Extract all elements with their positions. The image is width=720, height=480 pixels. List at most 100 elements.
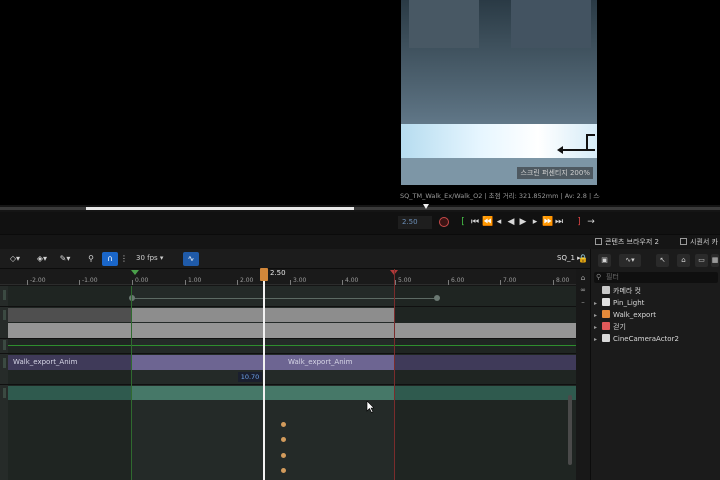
transform-tool-icon[interactable]: ⌂ [677, 254, 690, 267]
screen-percentage-label: 스크린 퍼센티지 200% [517, 167, 593, 179]
ruler-tick [290, 280, 291, 285]
ruler-tick [27, 280, 28, 285]
section-outside-range[interactable] [8, 308, 131, 322]
ruler-tick-label: 5.00 [398, 277, 412, 284]
ruler-tick [237, 280, 238, 285]
ruler-tick-label: 2.00 [240, 277, 254, 284]
key-dot[interactable] [281, 468, 286, 473]
grid-tool-icon[interactable]: ▦ [711, 254, 719, 267]
keyframe[interactable] [434, 295, 440, 301]
fps-label: 30 fps [136, 254, 158, 262]
ruler-tick-label: 1.00 [188, 277, 202, 284]
ruler-tick [500, 280, 501, 285]
expand-arrow-icon[interactable]: ▸ [594, 334, 602, 345]
curve-editor-icon[interactable]: ∿ [183, 252, 199, 266]
loop-arrow-icon[interactable]: → [586, 215, 596, 229]
link-icon[interactable]: ∞ [579, 286, 587, 294]
play-icon[interactable]: ▶ [518, 215, 528, 229]
range-start-bracket-icon[interactable]: [ [458, 215, 468, 229]
gutter-marker [3, 388, 6, 398]
ruler-tick-label: 4.00 [345, 277, 359, 284]
step-back-key-icon[interactable]: ⏪ [482, 215, 493, 229]
jump-to-end-icon[interactable]: ⏭ [554, 215, 564, 229]
outliner-item[interactable]: ▸ Pin_Light [594, 298, 644, 309]
jump-to-start-icon[interactable]: ⏮ [470, 215, 480, 229]
play-reverse-icon[interactable]: ◀ [506, 215, 516, 229]
pencil-icon[interactable]: ✎▾ [55, 252, 75, 266]
background-window [409, 0, 479, 48]
transform-gizmo-plane[interactable] [586, 134, 595, 136]
ruler-tick-label: -1.00 [82, 277, 98, 284]
playhead-handle[interactable] [260, 268, 268, 281]
expand-arrow-icon[interactable]: ▸ [594, 322, 602, 333]
ruler-tick-label: 7.00 [503, 277, 517, 284]
outliner-item[interactable]: 카메라 컷 [594, 286, 641, 297]
section-time-badge: 10.70 [238, 372, 262, 382]
crop-tool-icon[interactable]: ▭ [695, 254, 708, 267]
range-start-marker[interactable] [131, 270, 139, 275]
tab-content-browser[interactable]: 콘텐츠 브라우저 2 [595, 237, 659, 247]
animation-clip-label: Walk_export_Anim [13, 358, 78, 366]
playhead-line[interactable] [263, 281, 265, 480]
film-icon [680, 238, 687, 245]
snap-magnet-icon[interactable]: ∩ [102, 252, 118, 266]
folder-icon [595, 238, 602, 245]
row-separator [0, 306, 576, 307]
outliner-item-label: 카메라 컷 [613, 287, 641, 295]
marker-pin-icon[interactable]: ⚲ [85, 252, 97, 266]
row-separator [0, 384, 576, 385]
camera-cut-tool-icon[interactable]: ▣ [598, 254, 611, 267]
dash-icon[interactable]: – [579, 298, 587, 306]
record-button[interactable] [439, 217, 449, 227]
diamond-select-icon[interactable]: ◇▾ [5, 252, 25, 266]
current-time-field[interactable]: 2.50 [398, 216, 432, 229]
light-track-section[interactable] [8, 323, 576, 338]
level-viewport[interactable]: 스크린 퍼센티지 200% SQ_TM_Walk_Ex/Walk_O2 | 초점… [0, 0, 720, 205]
ruler-tick-label: 0.00 [135, 277, 149, 284]
keyframe[interactable] [129, 295, 135, 301]
select-tool-icon[interactable]: ↖ [656, 254, 669, 267]
skeletal-mesh-icon [602, 310, 610, 318]
camera-cut-icon [602, 286, 610, 294]
ruler-tick-label: 3.00 [293, 277, 307, 284]
outliner-item[interactable]: ▸ CineCameraActor2 [594, 334, 679, 345]
step-forward-frame-icon[interactable]: ▸ [530, 215, 540, 229]
row-separator [0, 338, 576, 339]
expand-arrow-icon[interactable]: ▸ [594, 298, 602, 309]
curve-tool-icon[interactable]: ∿▾ [619, 254, 641, 267]
more-options-icon[interactable]: ⋮ [120, 252, 128, 266]
vertical-scrollbar[interactable] [568, 395, 572, 465]
animation-icon [602, 322, 610, 330]
outliner-item[interactable]: ▸ Walk_export [594, 310, 656, 321]
tab-sequencer[interactable]: 시퀀서 카 [680, 237, 718, 247]
outliner-search-input[interactable]: 필터 [594, 272, 718, 283]
key-icon[interactable]: ◈▾ [33, 252, 51, 266]
gutter-marker [3, 340, 6, 350]
gutter-marker [3, 290, 6, 300]
playback-progress-fill [86, 207, 354, 210]
expand-arrow-icon[interactable]: ▸ [594, 310, 602, 321]
key-dot[interactable] [281, 437, 286, 442]
search-icon: ⚲ [596, 273, 602, 281]
key-dot[interactable] [281, 453, 286, 458]
outliner-item-label: Walk_export [613, 311, 656, 319]
light-strip [401, 124, 597, 158]
step-forward-key-icon[interactable]: ⏩ [542, 215, 553, 229]
gizmo-arrow-icon[interactable] [557, 146, 563, 154]
outliner-item-label: 걷기 [613, 323, 626, 331]
frame-rate-dropdown[interactable]: 30 fps ▾ [136, 254, 163, 262]
pin-icon[interactable]: ⌂ [579, 274, 587, 282]
scrub-thumb[interactable] [423, 204, 429, 209]
sequencer-editor: 스크린 퍼센티지 200% SQ_TM_Walk_Ex/Walk_O2 | 초점… [0, 0, 720, 480]
mouse-cursor-icon [366, 401, 374, 413]
outliner-item[interactable]: ▸ 걷기 [594, 322, 626, 333]
ruler-tick-label: 6.00 [451, 277, 465, 284]
lock-icon[interactable]: 🔒 [578, 252, 588, 266]
transform-gizmo-z[interactable] [586, 134, 588, 150]
step-back-frame-icon[interactable]: ◂ [494, 215, 504, 229]
sequence-name-label: SQ_1 [557, 254, 575, 262]
transform-gizmo-x[interactable] [561, 149, 595, 151]
key-dot[interactable] [281, 422, 286, 427]
range-end-bracket-icon[interactable]: ] [574, 215, 584, 229]
ruler-tick [132, 280, 133, 285]
